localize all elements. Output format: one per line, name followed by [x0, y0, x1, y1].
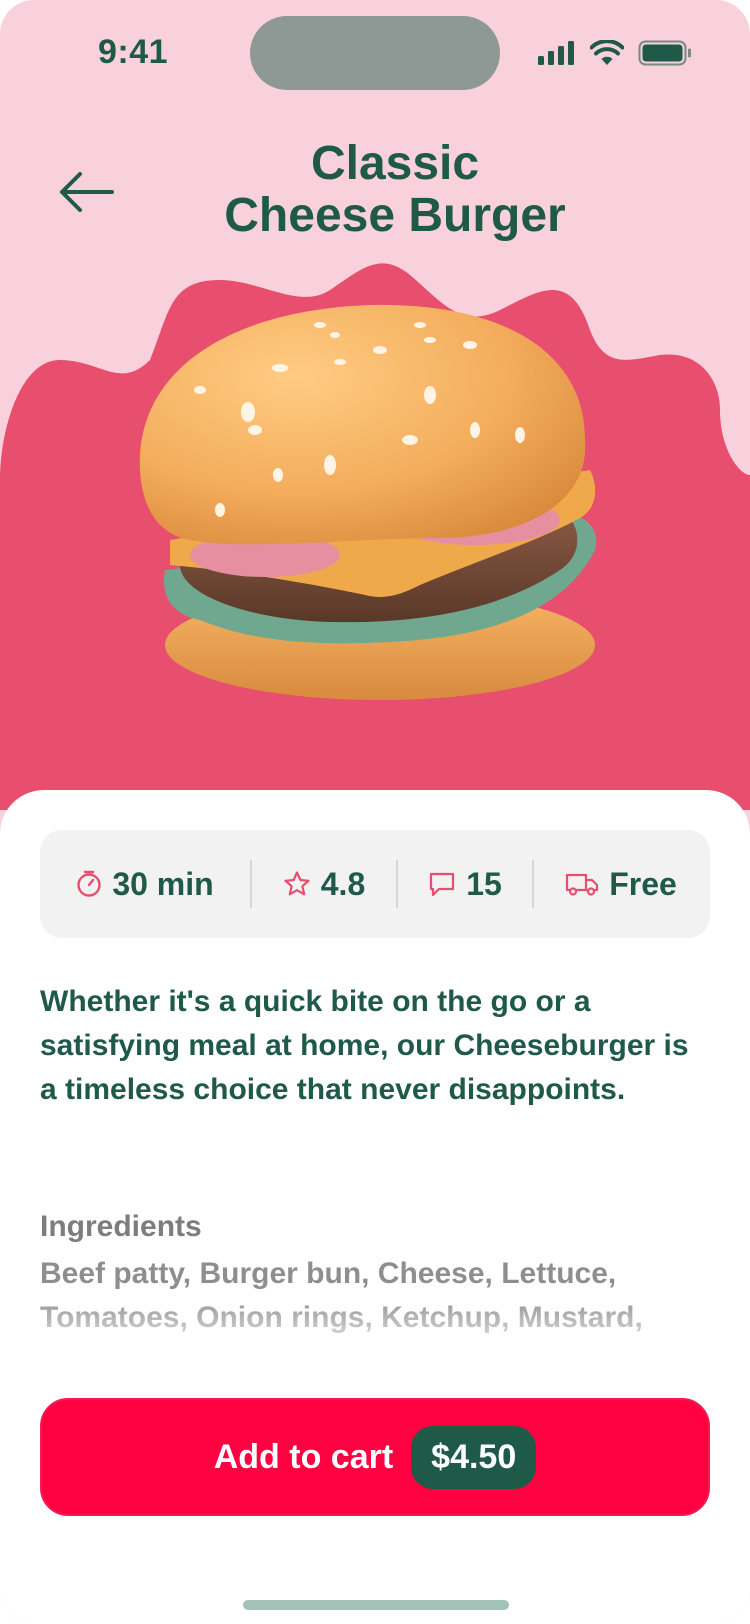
truck-icon — [566, 873, 599, 896]
stat-rating: 4.8 — [252, 830, 396, 938]
ingredients-heading: Ingredients — [40, 1210, 202, 1243]
signal-icon — [538, 41, 574, 65]
back-button[interactable] — [58, 170, 114, 214]
add-to-cart-button[interactable]: Add to cart $4.50 — [40, 1398, 710, 1516]
timer-icon — [77, 870, 102, 897]
stat-rating-value: 4.8 — [320, 865, 366, 902]
title-line-2: Cheese Burger — [224, 189, 566, 242]
stat-time: 30 min — [40, 830, 250, 938]
price-badge: $4.50 — [411, 1425, 537, 1489]
stat-time-value: 30 min — [112, 865, 214, 902]
status-icons — [538, 40, 692, 66]
wifi-icon — [590, 40, 624, 65]
product-screen: 9:41 Classic Cheese Burger 30 min 4.8 15… — [0, 0, 750, 1624]
stat-comments-value: 15 — [466, 865, 502, 902]
home-indicator[interactable] — [243, 1600, 509, 1610]
comment-icon — [430, 872, 455, 897]
status-time: 9:41 — [98, 33, 169, 71]
title-line-1: Classic — [310, 137, 480, 190]
stat-delivery-value: Free — [609, 865, 677, 902]
burger-image — [139, 304, 597, 700]
page-title: Classic Cheese Burger — [150, 138, 640, 242]
arrow-left-icon — [60, 172, 114, 212]
add-to-cart-label: Add to cart — [213, 1437, 394, 1476]
stat-comments: 15 — [398, 830, 532, 938]
hero-illustration — [0, 263, 750, 810]
stats-bar: 30 min 4.8 15 Free — [40, 830, 710, 938]
dynamic-island — [250, 16, 500, 90]
stat-delivery: Free — [534, 830, 708, 938]
battery-icon — [638, 40, 691, 66]
details-card: 30 min 4.8 15 Free Whether it's a quick … — [0, 790, 750, 1624]
ingredients-list: Beef patty, Burger bun, Cheese, Lettuce,… — [40, 1252, 710, 1340]
product-description: Whether it's a quick bite on the go or a… — [40, 985, 689, 1106]
star-icon — [284, 871, 310, 896]
